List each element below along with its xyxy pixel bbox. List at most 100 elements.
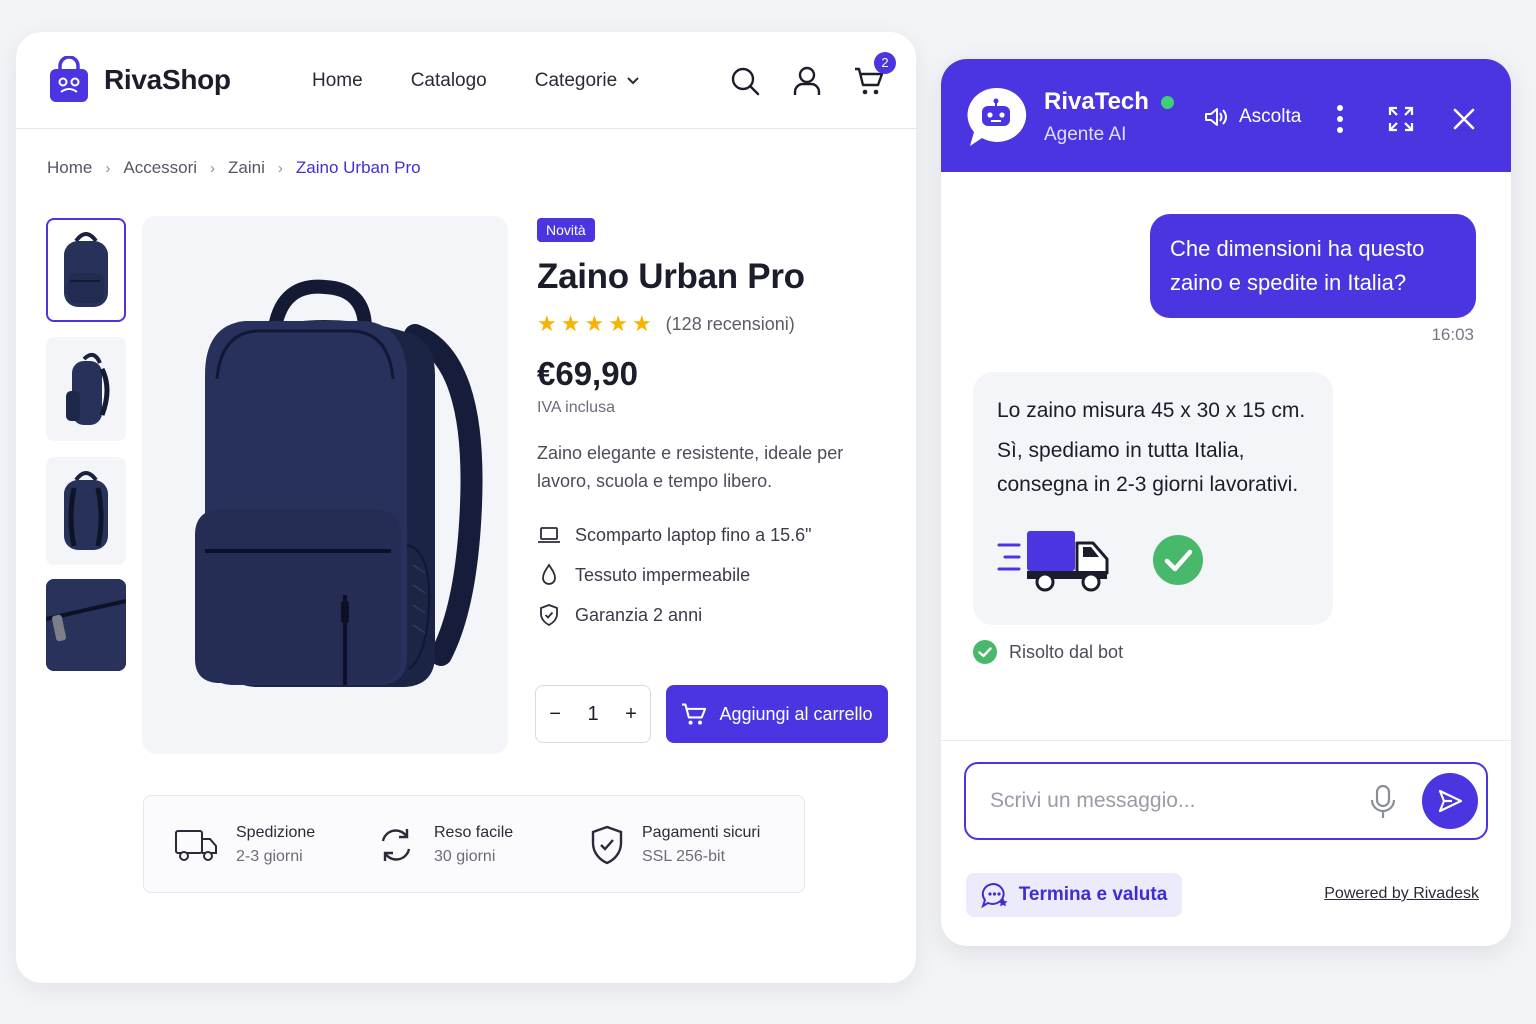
perk-subtitle: 30 giorni <box>434 848 496 865</box>
feature-item: Scomparto laptop fino a 15.6" <box>537 515 897 555</box>
truck-icon <box>175 830 217 861</box>
quantity-stepper[interactable]: − 1 + <box>535 685 651 743</box>
success-check-icon <box>1153 535 1203 585</box>
header-actions: 2 <box>730 32 896 129</box>
brand-name: RivaShop <box>104 64 231 95</box>
review-count[interactable]: (128 recensioni) <box>666 314 795 335</box>
perk-subtitle: SSL 256-bit <box>642 848 726 865</box>
shop-page: RivaShop Home Catalogo Categorie 2 Home … <box>16 32 916 983</box>
perk-title: Pagamenti sicuri <box>642 824 761 841</box>
star-icon: ★ <box>560 311 581 336</box>
delivery-truck-icon <box>997 531 1109 592</box>
chat-header: RivaTech Agente AI Ascolta <box>941 59 1511 172</box>
shield-check-icon <box>540 604 558 627</box>
powered-by-link[interactable]: Powered by Rivadesk <box>1324 885 1479 903</box>
resolved-label: Risolto dal bot <box>1009 641 1124 662</box>
nav-catalogo[interactable]: Catalogo <box>411 70 487 92</box>
vat-note: IVA inclusa <box>537 399 615 416</box>
backpack-thumbnail-front <box>64 232 108 307</box>
logo[interactable]: RivaShop <box>48 56 231 104</box>
feature-item: Tessuto impermeabile <box>537 555 897 595</box>
perk-title: Reso facile <box>434 824 514 841</box>
expand-icon[interactable] <box>1388 106 1414 132</box>
chat-divider <box>941 740 1511 741</box>
chat-rating-icon <box>980 882 1008 908</box>
new-badge: Novità <box>537 218 595 242</box>
thumbnail-side[interactable] <box>46 337 126 441</box>
increase-button[interactable]: + <box>625 703 637 726</box>
breadcrumb-current: Zaino Urban Pro <box>295 158 421 177</box>
resolved-status: Risolto dal bot <box>973 640 1123 664</box>
bot-message-line-1: Lo zaino misura 45 x 30 x 15 cm. <box>997 399 1306 422</box>
bot-message: Lo zaino misura 45 x 30 x 15 cm. Sì, spe… <box>973 372 1333 625</box>
perk-subtitle: 2-3 giorni <box>236 848 303 865</box>
backpack-thumbnail-back <box>64 471 108 550</box>
agent-name-text: RivaTech <box>1044 88 1149 115</box>
nav-categorie[interactable]: Categorie <box>535 70 639 92</box>
message-list: Che dimensioni ha questo zaino e spedite… <box>941 172 1511 740</box>
feature-text: Tessuto impermeabile <box>575 564 751 585</box>
breadcrumb-zaini[interactable]: Zaini <box>228 158 265 178</box>
perk-shipping: Spedizione 2-3 giorni <box>174 796 315 894</box>
shield-check-icon <box>591 825 623 865</box>
chat-widget: RivaTech Agente AI Ascolta Che dimension… <box>941 59 1511 946</box>
chevron-right-icon: › <box>105 159 111 177</box>
add-to-cart-button[interactable]: Aggiungi al carrello <box>666 685 888 743</box>
message-input[interactable] <box>990 778 1350 824</box>
thumbnail-detail[interactable] <box>46 579 126 671</box>
add-to-cart-label: Aggiungi al carrello <box>719 703 873 724</box>
product-rating[interactable]: ★ ★ ★ ★ ★ (128 recensioni) <box>537 313 897 335</box>
user-message: Che dimensioni ha questo zaino e spedite… <box>1150 214 1476 318</box>
microphone-icon[interactable] <box>1370 784 1396 820</box>
end-and-rate-label: Termina e valuta <box>1018 884 1168 905</box>
perk-title: Spedizione <box>236 824 316 841</box>
end-and-rate-button[interactable]: Termina e valuta <box>966 873 1182 917</box>
cart-count-badge: 2 <box>874 51 896 74</box>
bot-message-illustration <box>997 527 1203 593</box>
product-price: €69,90 <box>537 355 638 392</box>
chevron-right-icon: › <box>277 159 283 177</box>
message-composer <box>964 762 1488 840</box>
nav-home[interactable]: Home <box>312 70 363 92</box>
user-icon[interactable] <box>792 66 822 96</box>
search-icon[interactable] <box>730 66 760 96</box>
product-description: Zaino elegante e resistente, ideale per … <box>537 443 844 491</box>
chevron-down-icon <box>627 76 639 84</box>
breadcrumb-home[interactable]: Home <box>47 158 92 178</box>
bot-avatar-icon <box>967 87 1027 146</box>
zipper-detail-thumbnail <box>46 579 126 671</box>
listen-label: Ascolta <box>1239 106 1302 127</box>
more-options-icon[interactable] <box>1333 103 1347 135</box>
backpack-thumbnail-side <box>66 352 110 425</box>
star-icon: ★ <box>584 311 605 336</box>
perk-returns: Reso facile 30 giorni <box>376 796 513 894</box>
star-icon: ★ <box>537 311 557 336</box>
close-icon[interactable] <box>1453 108 1475 130</box>
send-button[interactable] <box>1422 773 1478 829</box>
star-icon: ★ <box>631 311 652 336</box>
perk-payments: Pagamenti sicuri SSL 256-bit <box>590 796 760 894</box>
star-icon: ★ <box>608 311 628 336</box>
breadcrumb: Home › Accessori › Zaini › Zaino Urban P… <box>47 158 421 178</box>
feature-text: Scomparto laptop fino a 15.6" <box>575 524 812 545</box>
thumbnail-front[interactable] <box>46 218 126 322</box>
water-drop-icon <box>542 563 556 585</box>
shopping-bag-logo-icon <box>50 56 88 102</box>
product-main-image[interactable] <box>142 216 508 754</box>
online-status-dot <box>1160 95 1174 109</box>
bot-message-line-2: Sì, spediamo in tutta Italia, consegna i… <box>997 439 1299 496</box>
decrease-button[interactable]: − <box>549 703 561 726</box>
breadcrumb-accessori[interactable]: Accessori <box>123 158 197 178</box>
speaker-icon <box>1205 108 1227 126</box>
cart-button[interactable]: 2 <box>854 51 896 96</box>
thumbnail-back[interactable] <box>46 457 126 565</box>
perks-bar: Spedizione 2-3 giorni Reso facile 30 gio… <box>143 795 805 893</box>
product-info: Novità Zaino Urban Pro ★ ★ ★ ★ ★ (128 re… <box>537 218 897 635</box>
listen-button[interactable]: Ascolta <box>1203 105 1301 129</box>
feature-list: Scomparto laptop fino a 15.6" Tessuto im… <box>537 515 897 635</box>
quantity-value: 1 <box>587 702 599 725</box>
feature-item: Garanzia 2 anni <box>537 595 897 635</box>
main-nav: Home Catalogo Categorie <box>312 32 639 129</box>
nav-categorie-label: Categorie <box>534 69 618 91</box>
cart-icon <box>682 703 707 725</box>
